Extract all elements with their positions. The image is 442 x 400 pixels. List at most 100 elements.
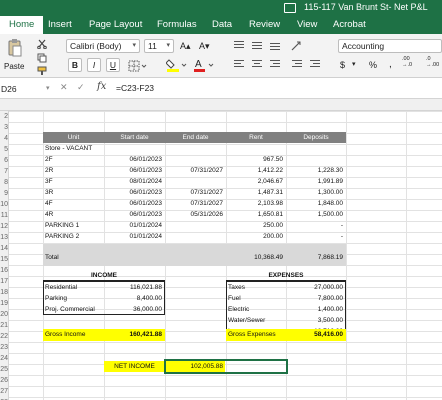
- unit-cell: 3F: [45, 178, 53, 185]
- row-number[interactable]: 6: [0, 155, 9, 166]
- row-number[interactable]: 7: [0, 166, 9, 177]
- tab-insert[interactable]: Insert: [48, 16, 72, 34]
- tab-acrobat[interactable]: Acrobat: [333, 16, 366, 34]
- deposit-cell: 1,228.30: [317, 167, 343, 174]
- row-number[interactable]: 23: [0, 342, 9, 353]
- increase-indent-icon[interactable]: [308, 58, 322, 70]
- underline-button[interactable]: U: [106, 58, 120, 72]
- align-right-icon[interactable]: [268, 58, 282, 70]
- grow-font-button[interactable]: A▴: [180, 41, 191, 52]
- income-item-label: Parking: [45, 295, 68, 302]
- unit-cell: 4F: [45, 200, 53, 207]
- font-name-select[interactable]: Calibri (Body) ▾: [66, 39, 140, 53]
- svg-text:A: A: [195, 59, 202, 70]
- column-gridline: [346, 111, 347, 400]
- cancel-icon[interactable]: ✕: [60, 82, 68, 93]
- tab-data[interactable]: Data: [212, 16, 232, 34]
- rent-cell: 1,487.31: [257, 189, 283, 196]
- orientation-icon[interactable]: [290, 39, 304, 51]
- tab-review[interactable]: Review: [249, 16, 280, 34]
- align-left-icon[interactable]: [232, 58, 246, 70]
- formula-input[interactable]: =C23-F23: [116, 83, 154, 93]
- number-format-value: Accounting: [342, 41, 385, 51]
- worksheet-grid[interactable]: 2 3 4 5 6 7 8 9 10 11 12 13 14 15 16 17 18 19 20 21 22 23 24 25…: [0, 99, 442, 400]
- rent-cell: 1,650.81: [257, 211, 283, 218]
- format-painter-icon[interactable]: [37, 63, 47, 75]
- gross-income-value: 160,421.88: [129, 331, 162, 338]
- tab-page-layout[interactable]: Page Layout: [89, 16, 142, 34]
- row-number[interactable]: 5: [0, 144, 9, 155]
- tab-view[interactable]: View: [297, 16, 317, 34]
- row-number[interactable]: 4: [0, 133, 9, 144]
- income-item-label: Proj. Commercial: [45, 306, 95, 313]
- end-date-cell: 07/31/2027: [190, 167, 223, 174]
- end-date-cell: 07/31/2027: [190, 200, 223, 207]
- row-number[interactable]: 13: [0, 232, 9, 243]
- row-number[interactable]: 9: [0, 188, 9, 199]
- shrink-font-button[interactable]: A▾: [199, 41, 210, 52]
- deposit-cell: -: [340, 233, 343, 240]
- row-number[interactable]: 24: [0, 353, 9, 364]
- row-number[interactable]: 22: [0, 331, 9, 342]
- tab-formulas[interactable]: Formulas: [157, 16, 197, 34]
- enter-icon[interactable]: ✓: [77, 82, 85, 93]
- chevron-down-icon: ▾: [132, 42, 136, 49]
- cut-icon[interactable]: [37, 36, 47, 50]
- row-number[interactable]: 15: [0, 254, 9, 265]
- align-center-icon[interactable]: [250, 58, 264, 70]
- total-label: Total: [45, 254, 59, 261]
- selected-cell-outline[interactable]: [164, 359, 288, 374]
- expense-item-label: Water/Sewer: [228, 317, 266, 324]
- paste-icon[interactable]: [6, 38, 24, 58]
- decrease-indent-icon[interactable]: [290, 58, 304, 70]
- percent-button[interactable]: %: [369, 60, 377, 70]
- fill-color-icon[interactable]: [165, 58, 188, 72]
- row-number[interactable]: 2: [0, 111, 9, 122]
- copy-icon[interactable]: [37, 50, 47, 63]
- insert-function-icon[interactable]: fx: [97, 81, 106, 92]
- row-number[interactable]: 8: [0, 177, 9, 188]
- income-item-value: 36,000.00: [133, 306, 162, 313]
- gross-expenses-label: Gross Expenses: [228, 331, 276, 338]
- row-number[interactable]: 16: [0, 265, 9, 276]
- chevron-down-icon[interactable]: ▾: [352, 60, 356, 68]
- row-number[interactable]: 19: [0, 298, 9, 309]
- tab-home[interactable]: Home: [0, 16, 44, 34]
- align-middle-icon[interactable]: [250, 39, 264, 51]
- chevron-down-icon[interactable]: ▾: [46, 84, 50, 92]
- bold-button[interactable]: B: [68, 58, 82, 72]
- row-number[interactable]: 26: [0, 375, 9, 386]
- row-number[interactable]: 17: [0, 276, 9, 287]
- row-number[interactable]: 18: [0, 287, 9, 298]
- name-box[interactable]: D26: [0, 82, 44, 96]
- decrease-decimal-button[interactable]: .0 →.00: [426, 56, 442, 68]
- font-color-icon[interactable]: A: [193, 58, 215, 72]
- title-bar: 115-117 Van Brunt St- Net P&L: [0, 0, 442, 16]
- comma-button[interactable]: ,: [389, 59, 392, 70]
- row-number[interactable]: 12: [0, 221, 9, 232]
- font-size-select[interactable]: 11 ▾: [144, 39, 174, 53]
- increase-decimal-button[interactable]: .00 →.0: [402, 56, 418, 68]
- number-format-select[interactable]: Accounting: [338, 39, 442, 53]
- row-number[interactable]: 20: [0, 309, 9, 320]
- row-number[interactable]: 14: [0, 243, 9, 254]
- deposit-cell: 1,300.00: [317, 189, 343, 196]
- start-date-cell: 06/01/2023: [129, 211, 162, 218]
- align-top-icon[interactable]: [232, 39, 246, 51]
- income-item-label: Residential: [45, 284, 78, 291]
- row-number[interactable]: 11: [0, 210, 9, 221]
- total-deposit: 7,868.19: [317, 254, 343, 261]
- borders-icon[interactable]: [128, 59, 148, 72]
- row-number[interactable]: 21: [0, 320, 9, 331]
- italic-button[interactable]: I: [87, 58, 101, 72]
- unit-cell: 4R: [45, 211, 54, 218]
- row-number[interactable]: 27: [0, 386, 9, 397]
- deposit-cell: 1,991.89: [317, 178, 343, 185]
- row-number[interactable]: 25: [0, 364, 9, 375]
- currency-button[interactable]: $: [340, 60, 345, 70]
- income-item-value: 8,400.00: [136, 295, 162, 302]
- row-number[interactable]: 10: [0, 199, 9, 210]
- row-number[interactable]: 3: [0, 122, 9, 133]
- align-bottom-icon[interactable]: [268, 39, 282, 51]
- unit-cell: 2R: [45, 167, 54, 174]
